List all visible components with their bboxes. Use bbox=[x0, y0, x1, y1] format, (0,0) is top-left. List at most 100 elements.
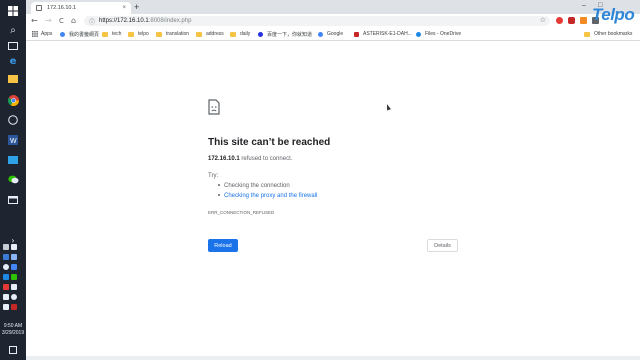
tray-icon[interactable] bbox=[11, 264, 17, 270]
minimize-button[interactable]: – bbox=[582, 2, 586, 9]
folder-icon bbox=[584, 31, 590, 37]
address-bar[interactable]: ⓘ https://172.16.10.1:8008/index.php ☆ bbox=[84, 16, 550, 26]
taskbar-date[interactable]: 3/29/2019 bbox=[0, 330, 26, 336]
new-tab-button[interactable]: + bbox=[134, 2, 139, 12]
browser-toolbar: ← → C ⌂ ⓘ https://172.16.10.1:8008/index… bbox=[26, 14, 640, 28]
bookmark-star-icon[interactable]: ☆ bbox=[540, 16, 546, 24]
reload-icon[interactable]: C bbox=[59, 17, 64, 25]
forward-button[interactable]: → bbox=[45, 16, 52, 25]
error-host: 172.16.10.1 bbox=[208, 156, 240, 162]
edge-icon[interactable]: e bbox=[5, 53, 21, 69]
suggestion-link-text[interactable]: Checking the proxy and the firewall bbox=[224, 193, 317, 199]
ime-icon[interactable] bbox=[11, 304, 17, 310]
suggestion-text: Checking the connection bbox=[224, 183, 290, 189]
bookmarks-bar: Apps 我的書籤網頁 tech telpo translation addre… bbox=[26, 28, 640, 41]
extension-icon[interactable] bbox=[556, 17, 563, 24]
wechat-icon[interactable] bbox=[5, 171, 21, 187]
reload-button[interactable]: Reload bbox=[208, 239, 238, 252]
bookmark-item[interactable]: ASTERISK-E1-DAH... bbox=[354, 31, 412, 37]
error-page: This site can’t be reached 172.16.10.1 r… bbox=[26, 41, 640, 360]
bookmark-item[interactable]: 百度一下，你就知道 bbox=[258, 31, 312, 38]
details-button[interactable]: Details bbox=[427, 239, 458, 252]
home-icon[interactable]: ⌂ bbox=[71, 16, 76, 25]
back-button[interactable]: ← bbox=[31, 16, 38, 25]
folder-icon bbox=[230, 31, 236, 37]
extension-icon[interactable] bbox=[580, 17, 587, 24]
system-tray-row-1 bbox=[3, 244, 23, 252]
system-tray-row-7 bbox=[3, 304, 23, 312]
tray-icon[interactable] bbox=[3, 274, 9, 280]
tray-icon[interactable] bbox=[11, 244, 17, 250]
tray-icon[interactable] bbox=[11, 284, 17, 290]
error-code: ERR_CONNECTION_REFUSED bbox=[208, 210, 275, 215]
bookmark-item[interactable]: Files - OneDrive bbox=[416, 31, 461, 37]
taskbar-time[interactable]: 9:50 AM bbox=[0, 323, 26, 329]
tray-icon[interactable] bbox=[3, 254, 9, 260]
tray-icon[interactable] bbox=[3, 244, 9, 250]
system-tray-row-2 bbox=[3, 254, 23, 262]
volume-icon[interactable] bbox=[3, 294, 9, 300]
url-text[interactable]: https://172.16.10.1:8008/index.php bbox=[99, 18, 191, 24]
folder-icon bbox=[156, 31, 162, 37]
bookmark-folder[interactable]: daily bbox=[230, 31, 250, 37]
tray-icon[interactable] bbox=[3, 284, 9, 290]
keyboard-icon[interactable] bbox=[3, 304, 9, 310]
windows-taskbar: ⌕ e W › 9:50 AM 3/29/2019 bbox=[0, 0, 26, 360]
start-icon[interactable] bbox=[5, 3, 21, 19]
suggestion-item: Checking the connection bbox=[218, 183, 290, 189]
system-tray-row-6 bbox=[3, 294, 23, 302]
tray-icon[interactable] bbox=[11, 254, 17, 260]
suggestion-link[interactable]: Checking the proxy and the firewall bbox=[218, 193, 317, 199]
info-icon[interactable]: ⓘ bbox=[89, 17, 95, 26]
folder-icon bbox=[102, 31, 108, 37]
file-explorer-icon[interactable] bbox=[5, 71, 21, 87]
bookmark-label: telpo bbox=[138, 31, 149, 37]
task-view-icon[interactable] bbox=[5, 38, 21, 54]
bookmark-label: 我的書籤網頁 bbox=[69, 32, 100, 38]
folder-icon bbox=[196, 31, 202, 37]
bookmark-folder[interactable]: address bbox=[196, 31, 224, 37]
bookmark-other[interactable]: Other bookmarks bbox=[584, 31, 632, 37]
page-icon bbox=[36, 5, 42, 11]
bookmark-label: translation bbox=[166, 31, 190, 37]
search-icon[interactable]: ⌕ bbox=[5, 22, 21, 38]
chrome-icon[interactable] bbox=[5, 92, 21, 108]
bookmark-item[interactable]: 我的書籤網頁 bbox=[60, 31, 99, 38]
onedrive-icon bbox=[416, 31, 421, 37]
outlook-icon[interactable] bbox=[5, 152, 21, 168]
bullet-icon bbox=[218, 194, 220, 197]
bookmark-apps[interactable]: Apps bbox=[32, 31, 52, 37]
logo-text: Telpo bbox=[592, 5, 635, 24]
window-bottom-edge bbox=[26, 356, 640, 360]
system-tray-row-5 bbox=[3, 284, 23, 292]
mouse-cursor-icon bbox=[385, 103, 391, 111]
tray-icon[interactable] bbox=[11, 274, 17, 280]
bookmark-label: 百度一下，你就知道 bbox=[267, 32, 313, 38]
browser-tab[interactable]: 172.16.10.1 × bbox=[31, 2, 131, 14]
cloud-icon[interactable] bbox=[3, 264, 9, 270]
error-message: 172.16.10.1 refused to connect. bbox=[208, 156, 292, 162]
extension-icon[interactable] bbox=[568, 17, 575, 24]
bookmark-folder[interactable]: telpo bbox=[128, 31, 149, 37]
bookmark-label: Files - OneDrive bbox=[425, 31, 462, 37]
url-host: https://172.16.10.1 bbox=[99, 17, 149, 24]
url-path: :8008/index.php bbox=[148, 17, 192, 24]
folder-icon bbox=[128, 31, 134, 37]
word-icon[interactable]: W bbox=[5, 132, 21, 148]
bookmark-item[interactable]: Google bbox=[318, 31, 343, 37]
window-icon[interactable] bbox=[5, 192, 21, 208]
browser-chrome: 172.16.10.1 × + – □ ← → C ⌂ ⓘ https://17… bbox=[26, 0, 640, 41]
apps-grid-icon bbox=[32, 31, 38, 37]
system-tray-row-3 bbox=[3, 264, 23, 272]
bookmark-folder[interactable]: translation bbox=[156, 31, 189, 37]
svg-text:W: W bbox=[10, 138, 17, 145]
notification-icon[interactable] bbox=[5, 342, 21, 358]
clock-app-icon[interactable] bbox=[5, 112, 21, 128]
onedrive-icon[interactable] bbox=[11, 294, 17, 300]
bullet-icon bbox=[218, 184, 220, 187]
tab-close-icon[interactable]: × bbox=[122, 5, 126, 11]
system-tray-row-4 bbox=[3, 274, 23, 282]
paw-icon bbox=[258, 32, 263, 37]
bookmark-folder[interactable]: tech bbox=[102, 31, 121, 37]
error-message-text: refused to connect. bbox=[239, 156, 293, 162]
